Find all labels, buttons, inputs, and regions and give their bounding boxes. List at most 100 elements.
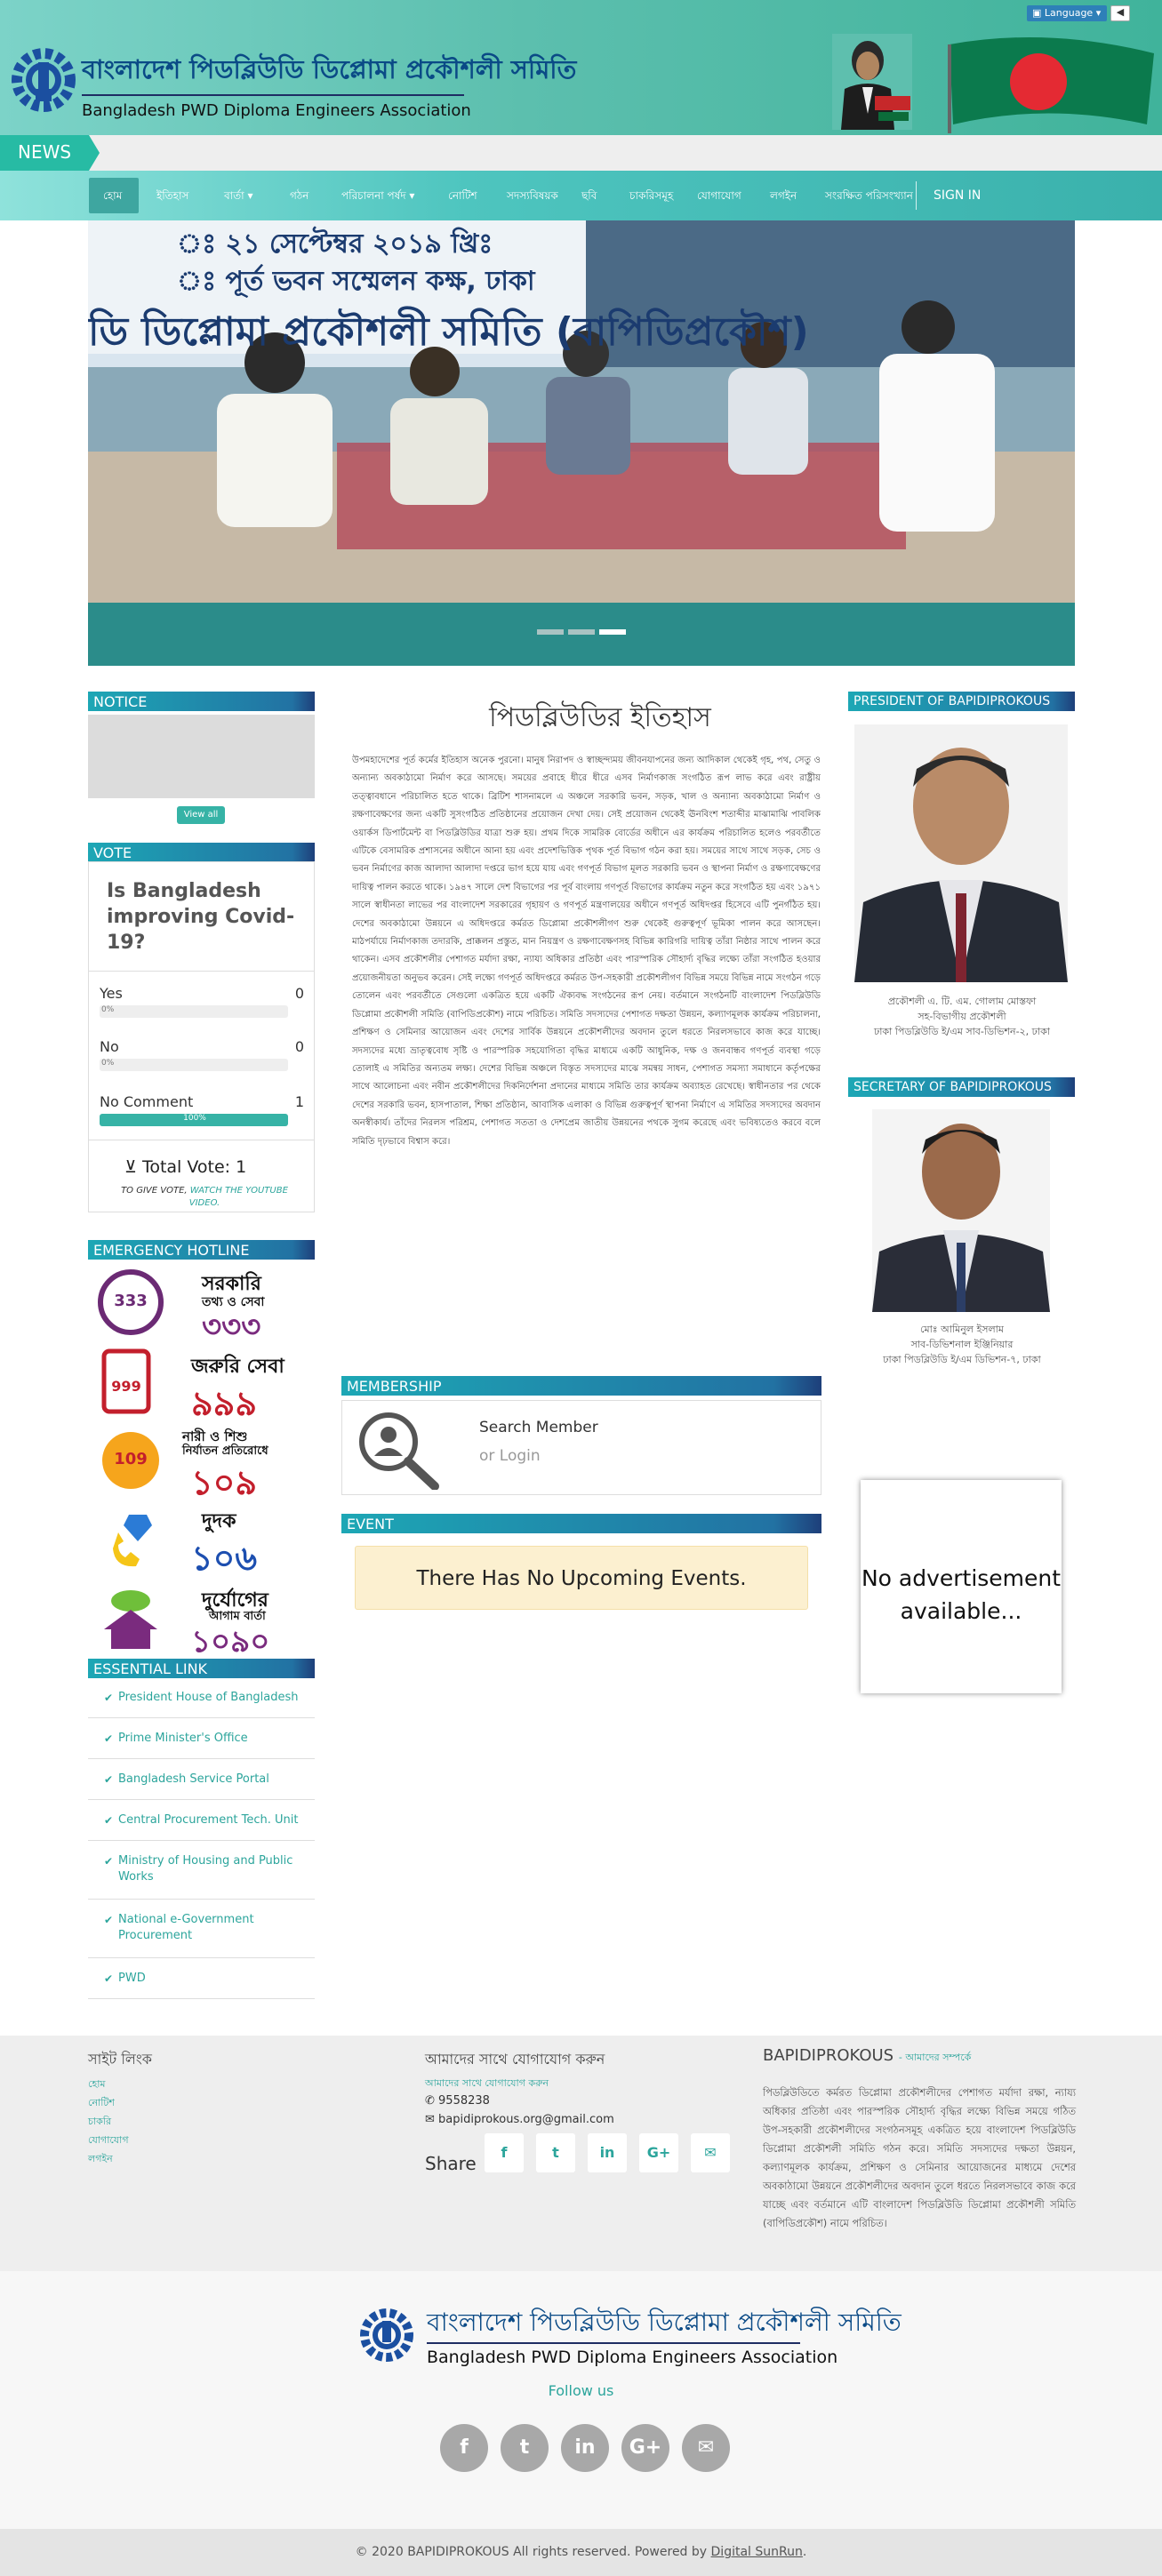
link-label: Central Procurement Tech. Unit — [118, 1813, 299, 1827]
vote-option-no[interactable]: No — [100, 1038, 306, 1055]
membership-header: MEMBERSHIP — [341, 1376, 821, 1396]
image-slider[interactable]: ঃ ২১ সেপ্টেম্বর ২০১৯ খ্রিঃ ঃ পূর্ত ভবন স… — [88, 220, 1075, 666]
share-facebook-button[interactable]: f — [485, 2133, 524, 2172]
linkedin-icon[interactable]: in — [561, 2424, 609, 2472]
vote-count-no-comment: 1 — [294, 1093, 304, 1110]
vote-hint: TO GIVE VOTE, WATCH THE YOUTUBE VIDEO. — [107, 1185, 302, 1210]
link-cptu[interactable]: ✔ Central Procurement Tech. Unit — [88, 1800, 315, 1841]
news-label: NEWS — [0, 135, 100, 171]
banner-venue: ঃ পূর্ত ভবন সম্মেলন কক্ষ, ঢাকা — [177, 266, 535, 297]
secretary-header: SECRETARY OF BAPIDIPROKOUS — [848, 1077, 1075, 1097]
no-events-alert: There Has No Upcoming Events. — [355, 1546, 808, 1610]
search-member-link[interactable]: Search Member — [479, 1419, 598, 1436]
nav-item-stats[interactable]: সংরক্ষিত পরিসংখ্যান — [825, 171, 913, 220]
nav-item-messages[interactable]: বার্তা ▾ — [224, 171, 252, 220]
vote-bar-no-comment: 100% — [100, 1114, 288, 1126]
slider-dot-3-active[interactable] — [599, 629, 626, 635]
bangladesh-flag-image — [948, 37, 1154, 133]
about-header: BAPIDIPROKOUS - আমাদের সম্পর্কে — [763, 2046, 971, 2067]
site-footer: সাইট লিংক হোম নোটিশ চাকরি যোগাযোগ লগইন আ… — [0, 2036, 1162, 2271]
site-header: বাংলাদেশ পিডব্লিউডি ডিপ্লোমা প্রকৌশলী সম… — [0, 0, 1162, 135]
slider-dot-2[interactable] — [568, 629, 595, 635]
slider-dot-1[interactable] — [537, 629, 564, 635]
speaker-icon[interactable]: ◀ — [1110, 5, 1130, 21]
follow-us-label: Follow us — [548, 2382, 614, 2399]
vote-option-no-comment[interactable]: No Comment — [100, 1093, 306, 1110]
googleplus-icon[interactable]: G+ — [621, 2424, 669, 2472]
share-twitter-button[interactable]: t — [536, 2133, 575, 2172]
hotline-header: EMERGENCY HOTLINE — [88, 1240, 315, 1260]
share-linkedin-button[interactable]: in — [588, 2133, 627, 2172]
vote-total-text: Total Vote: 1 — [141, 1157, 247, 1177]
nav-item-jobs[interactable]: চাকরিসমূহ — [629, 171, 673, 220]
youtube-video-link[interactable]: WATCH THE YOUTUBE VIDEO. — [189, 1186, 288, 1208]
ballot-icon: ⊻ — [124, 1157, 142, 1177]
nav-item-notice[interactable]: নোটিশ — [448, 171, 477, 220]
nav-item-home[interactable]: হোম — [103, 171, 122, 220]
link-service-portal[interactable]: ✔ Bangladesh Service Portal — [88, 1759, 315, 1800]
hotline-109[interactable]: 109 নারী ও শিশু নির্যাতন প্রতিরোধে ১০৯ — [97, 1427, 293, 1502]
history-body: উপমহাদেশের পূর্ত কর্মের ইতিহাস অনেক পুরন… — [352, 756, 821, 1147]
link-pwd[interactable]: ✔ PWD — [88, 1958, 315, 1999]
about-us-link[interactable]: - আমাদের সম্পর্কে — [899, 2052, 971, 2063]
vote-header: VOTE — [88, 843, 315, 862]
contact-email[interactable]: ✉ bapidiprokous.org@gmail.com — [425, 2113, 614, 2126]
father-of-nation-portrait — [832, 34, 912, 130]
email-icon[interactable]: ✉ — [682, 2424, 730, 2472]
link-prime-minister-office[interactable]: ✔ Prime Minister's Office — [88, 1718, 315, 1759]
hotline-999[interactable]: 999 জরুরি সেবা ৯৯৯ — [97, 1348, 293, 1423]
check-circle-icon: ✔ — [104, 1692, 114, 1704]
share-email-button[interactable]: ✉ — [691, 2133, 730, 2172]
footer-link-jobs[interactable]: চাকরি — [88, 2114, 111, 2131]
nav-item-members[interactable]: সদস্যবিষয়ক — [507, 171, 558, 220]
share-label: Share — [425, 2153, 477, 2174]
vote-count-yes: 0 — [294, 985, 304, 1002]
site-logo[interactable]: বাংলাদেশ পিডব্লিউডি ডিপ্লোমা প্রকৌশলী সম… — [11, 34, 576, 132]
hotline-1090[interactable]: দুর্যোগের আগাম বার্তা ১০৯০ — [97, 1585, 293, 1660]
link-president-house[interactable]: ✔ President House of Bangladesh — [88, 1677, 315, 1718]
hotline-333[interactable]: 333 সরকারি তথ্য ও সেবা ৩৩৩ — [97, 1268, 293, 1345]
link-label: Prime Minister's Office — [118, 1732, 248, 1745]
share-googleplus-button[interactable]: G+ — [639, 2133, 678, 2172]
language-selector[interactable]: ▣ Language ▾ — [1027, 5, 1107, 21]
footer-link-contact[interactable]: যোগাযোগ — [88, 2132, 129, 2149]
nav-item-contact[interactable]: যোগাযোগ — [697, 171, 741, 220]
nav-item-structure[interactable]: গঠন — [290, 171, 309, 220]
nav-item-history[interactable]: ইতিহাস — [156, 171, 188, 220]
vote-option-yes[interactable]: Yes — [100, 985, 306, 1002]
view-all-button[interactable]: View all — [177, 806, 225, 824]
contact-us-link[interactable]: আমাদের সাথে যোগাযোগ করুন — [425, 2076, 549, 2092]
site-links-header: সাইট লিংক — [88, 2051, 152, 2068]
footer-link-home[interactable]: হোম — [88, 2076, 106, 2093]
sign-in-link[interactable]: SIGN IN — [934, 171, 981, 220]
member-search-icon — [359, 1412, 439, 1490]
hotline-number: ১০৬ — [191, 1539, 258, 1578]
president-office: ঢাকা পিডব্লিউডি ই/এম সাব-ডিভিশন-২, ঢাকা — [874, 1026, 1050, 1037]
nav-item-gallery[interactable]: ছবি — [581, 171, 597, 220]
check-circle-icon: ✔ — [104, 1972, 114, 1985]
banner-association: ডি ডিপ্লোমা প্রকৌশলী সমিতি (বাপিডিপ্রকৌশ… — [88, 309, 809, 355]
history-title: পিডব্লিউডির ইতিহাস — [489, 702, 711, 733]
member-login-link[interactable]: or Login — [479, 1447, 541, 1465]
vote-hint-text: TO GIVE VOTE, — [121, 1186, 188, 1196]
link-ministry-housing[interactable]: ✔ Ministry of Housing and Public Works — [88, 1841, 315, 1900]
link-egp[interactable]: ✔ National e-Government Procurement — [88, 1900, 315, 1958]
facebook-icon[interactable]: f — [440, 2424, 488, 2472]
copyright-period: . — [802, 2545, 807, 2559]
developer-link[interactable]: Digital SunRun — [711, 2545, 803, 2559]
event-header: EVENT — [341, 1514, 821, 1533]
link-label: Bangladesh Service Portal — [118, 1772, 269, 1786]
twitter-icon[interactable]: t — [501, 2424, 549, 2472]
envelope-icon: ✉ — [425, 2113, 439, 2126]
hotline-106[interactable]: দুদক ১০৬ — [97, 1506, 293, 1578]
secretary-office: ঢাকা পিডব্লিউডি ই/এম ডিভিশন-৭, ঢাকা — [883, 1354, 1041, 1365]
vote-count-no: 0 — [294, 1038, 304, 1055]
nav-item-login[interactable]: লগইন — [770, 171, 797, 220]
divider — [89, 971, 314, 972]
secretary-caption: মোঃ আমিনুল ইসলাম সাব-ডিভিশনাল ইঞ্জিনিয়া… — [849, 1322, 1075, 1367]
footer-link-login[interactable]: লগইন — [88, 2151, 113, 2168]
footer-link-notice[interactable]: নোটিশ — [88, 2095, 115, 2112]
badge-999: 999 — [111, 1378, 141, 1395]
nav-item-board[interactable]: পরিচালনা পর্ষদ ▾ — [341, 171, 414, 220]
link-label: President House of Bangladesh — [118, 1691, 299, 1704]
